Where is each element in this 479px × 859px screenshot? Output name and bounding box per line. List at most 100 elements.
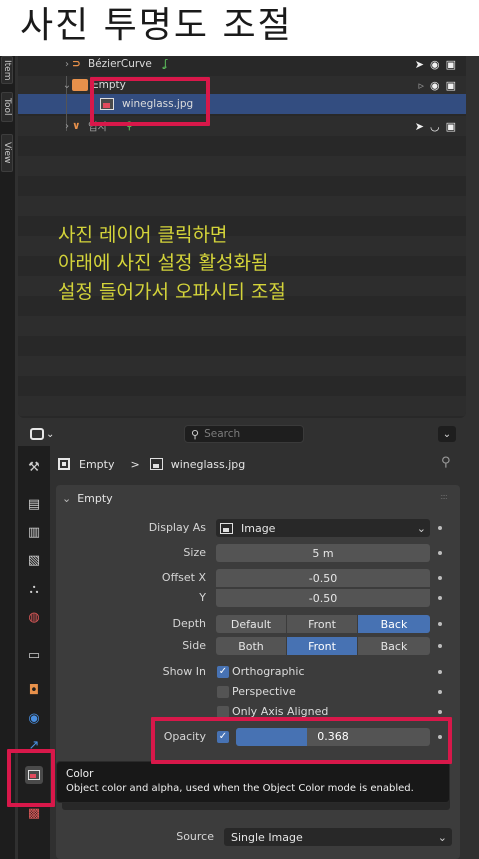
world-icon[interactable]: ◍: [25, 608, 43, 626]
offset-y-label: Y: [199, 591, 206, 604]
source-label: Source: [176, 830, 214, 843]
render-icon[interactable]: ▤: [25, 495, 43, 513]
offset-x-field[interactable]: -0.50: [216, 569, 430, 587]
display-as-value: Image: [241, 521, 276, 535]
page-title: 사진 투명도 조절: [20, 5, 293, 46]
modifier-icon[interactable]: ◉: [25, 709, 43, 727]
search-field[interactable]: ⚲ Search: [184, 425, 304, 443]
display-as-label: Display As: [148, 521, 206, 534]
side-label: Side: [182, 639, 206, 652]
keyframe-dot[interactable]: [438, 690, 442, 694]
breadcrumb-object: Empty: [79, 457, 115, 471]
offset-x-label: Offset X: [161, 571, 206, 584]
select-arrow-icon[interactable]: ➤: [415, 120, 424, 133]
drag-handle-icon[interactable]: ::::: [440, 492, 448, 501]
tool-settings-icon[interactable]: ⚒: [25, 458, 43, 476]
display-as-dropdown[interactable]: Image ⌄: [216, 519, 430, 537]
keyframe-dot[interactable]: [438, 670, 442, 674]
outliner-row-bg: [18, 136, 466, 156]
outliner-row-bg: [18, 196, 466, 216]
outliner-row-beziercurve[interactable]: › ⊃ BézierCurve ʆ ➤ ◉ ▣: [18, 56, 466, 74]
camera-icon[interactable]: ▣: [446, 120, 456, 133]
outliner-row-bg: [18, 176, 466, 196]
breadcrumb-data: wineglass.jpg: [170, 457, 246, 471]
outliner-row-bg: [18, 376, 466, 396]
orthographic-checkbox[interactable]: ✓: [217, 666, 229, 678]
tab-tool[interactable]: Tool: [1, 92, 13, 122]
outliner-row-bg: [18, 356, 466, 376]
pin-icon[interactable]: ⚲: [441, 455, 451, 470]
chevron-down-icon: ⌄: [62, 491, 72, 505]
side-back-option[interactable]: Back: [358, 637, 430, 655]
outliner-row-particle[interactable]: › ∨ 입자 ⚲ ➤ ◡ ▣: [18, 116, 466, 136]
depth-back-option[interactable]: Back: [358, 615, 430, 633]
chevron-down-icon[interactable]: ⌄: [62, 80, 72, 91]
search-placeholder: Search: [204, 428, 241, 440]
breadcrumb-separator: >: [130, 457, 140, 471]
view-layer-icon[interactable]: ▧: [25, 551, 43, 569]
search-icon: ⚲: [191, 427, 200, 441]
size-field[interactable]: 5 m: [216, 544, 430, 562]
show-in-label: Show In: [162, 665, 206, 678]
offset-y-field[interactable]: -0.50: [216, 589, 430, 607]
eye-icon[interactable]: ◉: [430, 79, 440, 92]
particle-icon: ∨: [72, 120, 81, 132]
keyframe-dot[interactable]: [438, 596, 442, 600]
curve-icon: ⊃: [72, 58, 81, 70]
scene-icon[interactable]: ⛬: [25, 580, 43, 598]
outliner-row-bg: [18, 336, 466, 356]
eye-closed-icon[interactable]: ◡: [430, 120, 440, 133]
keyframe-dot[interactable]: [438, 576, 442, 580]
chevron-right-icon[interactable]: ›: [62, 59, 72, 70]
keyframe-dot[interactable]: [438, 526, 442, 530]
keyframe-dot[interactable]: [438, 644, 442, 648]
source-dropdown[interactable]: Single Image ⌄: [224, 828, 452, 846]
curve-data-icon: ʆ: [163, 58, 168, 70]
collection-icon[interactable]: ▭: [25, 646, 43, 664]
chevron-right-icon[interactable]: ›: [62, 121, 72, 132]
object-icon[interactable]: ◘: [25, 681, 43, 699]
outliner-row-empty[interactable]: ⌄ Empty ▹ ◉ ▣: [18, 75, 466, 95]
perspective-label: Perspective: [232, 685, 296, 698]
annotation-line-3: 설정 들어가서 오파시티 조절: [58, 281, 286, 303]
keyframe-dot[interactable]: [438, 710, 442, 714]
eye-icon[interactable]: ◉: [430, 58, 440, 71]
source-value: Single Image: [231, 830, 303, 844]
tooltip: Color Object color and alpha, used when …: [56, 761, 450, 803]
empty-icon: [72, 79, 88, 91]
perspective-checkbox[interactable]: [217, 686, 229, 698]
outliner-item-label: BézierCurve: [88, 58, 152, 70]
chevron-down-icon: ⌄: [437, 830, 447, 844]
editor-type-menu[interactable]: ⌄: [30, 425, 60, 443]
orthographic-label: Orthographic: [232, 665, 305, 678]
tab-item[interactable]: Item: [1, 56, 13, 84]
keyframe-dot[interactable]: [438, 551, 442, 555]
select-arrow-icon[interactable]: ➤: [415, 58, 424, 71]
camera-icon[interactable]: ▣: [446, 58, 456, 71]
tab-view[interactable]: View: [1, 134, 13, 172]
outliner-row-wineglass[interactable]: wineglass.jpg: [18, 94, 466, 114]
image-icon: [149, 458, 163, 470]
panel-title: Empty: [77, 491, 113, 505]
camera-icon[interactable]: ▣: [446, 79, 456, 92]
depth-front-option[interactable]: Front: [287, 615, 357, 633]
outliner-row-bg: [18, 396, 466, 416]
depth-label: Depth: [172, 617, 206, 630]
side-both-option[interactable]: Both: [216, 637, 286, 655]
side-front-option[interactable]: Front: [287, 637, 357, 655]
viewport-side-strip: Item Tool View: [0, 56, 15, 859]
empty-object-icon: [58, 458, 70, 470]
annotation-line-2: 아래에 사진 설정 활성화됨: [58, 252, 269, 274]
select-arrow-icon[interactable]: ▹: [418, 79, 424, 92]
panel-header[interactable]: ⌄ Empty: [62, 490, 113, 506]
outliner-row-bg: [18, 316, 466, 336]
chevron-down-icon: ⌄: [416, 521, 426, 535]
outliner-row-bg: [18, 156, 466, 176]
breadcrumb: Empty > wineglass.jpg: [58, 455, 245, 473]
image-icon: [220, 522, 233, 534]
highlight-outliner-image: [90, 77, 210, 126]
depth-default-option[interactable]: Default: [216, 615, 286, 633]
options-dropdown[interactable]: ⌄: [438, 426, 456, 442]
output-icon[interactable]: ▥: [25, 523, 43, 541]
keyframe-dot[interactable]: [438, 622, 442, 626]
